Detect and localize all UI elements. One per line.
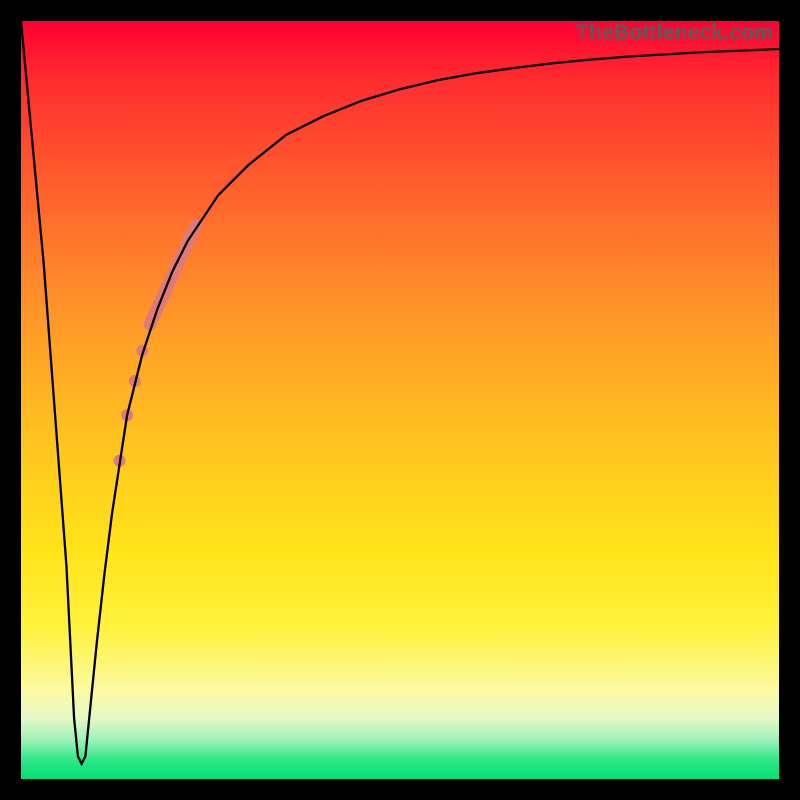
plot-area: TheBottleneck.com: [21, 21, 779, 779]
bottleneck-curve: [21, 21, 779, 764]
curve-layer: [21, 21, 779, 779]
watermark-text: TheBottleneck.com: [576, 21, 773, 45]
chart-frame: TheBottleneck.com: [0, 0, 800, 800]
